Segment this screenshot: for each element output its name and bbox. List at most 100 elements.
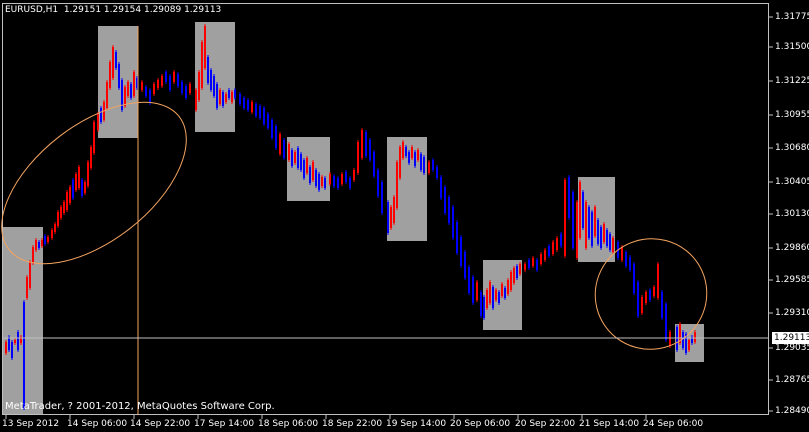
candle-body [633,264,635,293]
candle-body [87,162,89,186]
candle-body [5,342,7,353]
candle-body [255,104,257,116]
candle-body [149,90,151,103]
time-tick: 21 Sep 14:00 [579,419,640,429]
candle-body [54,224,56,232]
time-tick: 14 Sep 06:00 [67,419,128,429]
candle-body [263,108,265,124]
price-tick: 1.29035 [775,343,809,353]
candle-body [377,170,379,196]
candle-body [153,84,155,94]
candle-body [198,72,200,100]
candle-body [552,242,554,254]
candle-body [84,182,86,193]
candle-body [204,26,206,68]
candle-body [333,176,335,186]
time-tick: 19 Sep 14:00 [386,419,447,429]
candle-body [32,247,34,263]
candle-body [432,160,434,170]
price-tick: 1.28490 [775,406,809,416]
candle-body [444,187,446,213]
candle-body [414,152,416,166]
candle-body [324,178,326,188]
candle-body [682,332,684,348]
candle-body [597,220,599,244]
price-tick: 1.30680 [775,143,809,153]
candle-body [57,212,59,226]
candle-body [576,202,578,258]
candle-body [60,207,62,218]
candle-body [11,342,13,358]
candle-body [201,42,203,88]
candle-body [381,182,383,213]
candle-body [210,70,212,90]
candle-body [582,192,584,228]
candle-body [321,177,323,186]
candle-body [309,167,311,183]
candle-body [402,142,404,158]
candle-body [109,62,111,88]
candle-body [239,94,241,104]
candle-body [492,287,494,308]
candle-body [177,74,179,86]
candle-body [600,227,602,248]
candle-body [312,162,314,180]
candle-body [243,98,245,108]
price-tick: 1.29860 [775,243,809,253]
candle-body [195,90,197,110]
candle-body [169,76,171,90]
time-tick: 20 Sep 06:00 [450,419,511,429]
candle-body [504,288,506,298]
candle-body [124,87,126,106]
candle-body [219,90,221,104]
candle-body [303,160,305,178]
candle-body [393,197,395,223]
candle-body [26,277,28,298]
candle-body [637,282,639,316]
candle-body [78,167,80,188]
candle-body [127,82,129,96]
candle-body [572,192,574,248]
candle-body [536,260,538,270]
candle-body [498,292,500,303]
candle-body [35,240,37,250]
candle-body [207,57,209,83]
candle-body [267,114,269,128]
candle-body [8,337,10,350]
candle-body [460,237,462,266]
candle-body [329,174,331,184]
candle-body [66,192,68,210]
candle-body [118,64,120,88]
candle-body [157,80,159,88]
candle-body [448,197,450,223]
candle-body [408,152,410,163]
candle-body [247,100,249,110]
price-chart[interactable] [0,0,809,432]
candle-body [97,114,99,130]
candle-body [341,174,343,184]
time-tick: 24 Sep 06:00 [643,419,704,429]
candle-body [528,260,530,268]
candle-body [373,152,375,176]
candle-body [357,142,359,173]
candle-body [14,340,16,343]
price-tick: 1.29585 [775,275,809,285]
candle-body [489,282,491,303]
candle-body [349,178,351,188]
candle-body [145,87,147,96]
chart-window[interactable]: EURUSD,H1 1.29151 1.29154 1.29089 1.2911… [0,0,809,432]
candle-body [115,52,117,68]
candle-body [173,72,175,82]
price-tick: 1.30955 [775,110,809,120]
candle-body [510,272,512,290]
candle-body [106,82,108,108]
candle-body [44,236,46,244]
candle-body [90,147,92,168]
candle-body [216,84,218,108]
candle-body [591,212,593,246]
candle-body [75,174,77,190]
candle-body [288,144,290,160]
price-tick: 1.28765 [775,375,809,385]
candle-body [524,264,526,270]
candle-body [275,126,277,148]
